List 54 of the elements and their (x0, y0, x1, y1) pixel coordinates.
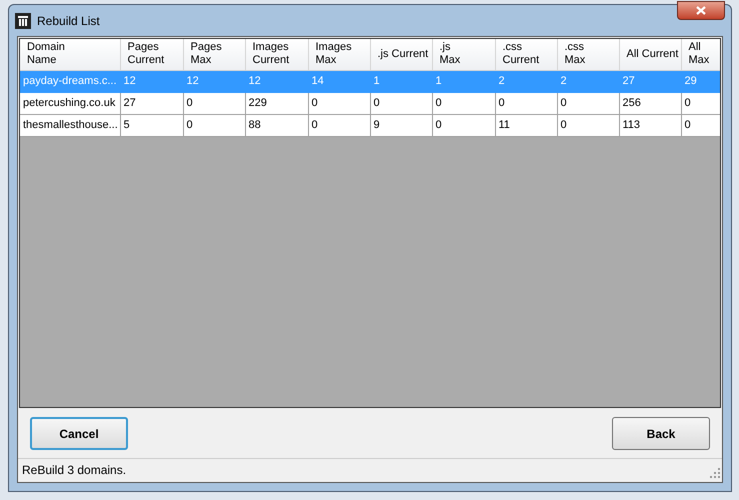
table-cell: 0 (308, 114, 370, 136)
table-cell: 0 (432, 114, 495, 136)
table-cell: 0 (183, 114, 245, 136)
column-header[interactable]: Pages Current (120, 39, 183, 70)
column-header[interactable]: All Current (619, 39, 681, 70)
status-text: ReBuild 3 domains. (22, 462, 126, 478)
resize-grip-icon (710, 468, 720, 478)
table-cell: 0 (557, 114, 619, 136)
table-cell: 5 (120, 114, 183, 136)
table-cell: 113 (619, 114, 681, 136)
column-header[interactable]: Images Max (308, 39, 370, 70)
table-cell: 0 (432, 92, 495, 114)
table-cell: 2 (557, 70, 619, 92)
table-row[interactable]: thesmallesthouse... 5 0 88 0 9 0 11 0 113 0 (20, 114, 720, 136)
column-header[interactable]: .js Max (432, 39, 495, 70)
back-button[interactable]: Back (612, 417, 710, 450)
table-cell: petercushing.co.uk (20, 92, 120, 114)
table-cell: 9 (370, 114, 432, 136)
column-header[interactable]: Images Current (245, 39, 308, 70)
column-header[interactable]: .css Max (557, 39, 619, 70)
table-cell: 11 (495, 114, 557, 136)
table-cell: 229 (245, 92, 308, 114)
table-cell: 256 (619, 92, 681, 114)
column-header[interactable]: .css Current (495, 39, 557, 70)
table-cell: 29 (681, 70, 720, 92)
table-cell: 0 (370, 92, 432, 114)
table-cell: 27 (120, 92, 183, 114)
bin-icon (15, 12, 31, 28)
cancel-button[interactable]: Cancel (30, 417, 128, 450)
table-cell: 0 (308, 92, 370, 114)
table-cell: 12 (120, 70, 183, 92)
table-cell: 12 (183, 70, 245, 92)
column-header[interactable]: .js Current (370, 39, 432, 70)
table-cell: 0 (183, 92, 245, 114)
table-cell: 0 (495, 92, 557, 114)
window-title: Rebuild List (37, 12, 100, 30)
table-cell: thesmallesthouse... (20, 114, 120, 136)
table-cell: 1 (370, 70, 432, 92)
table-cell: 14 (308, 70, 370, 92)
column-header[interactable]: All Max (681, 39, 720, 70)
column-header[interactable]: Pages Max (183, 39, 245, 70)
table-cell: 0 (681, 114, 720, 136)
table-row[interactable]: petercushing.co.uk 27 0 229 0 0 0 0 0 256 0 (20, 92, 720, 114)
table-cell: 0 (681, 92, 720, 114)
close-button[interactable] (677, 1, 725, 20)
table-cell: 27 (619, 70, 681, 92)
close-icon (696, 6, 706, 15)
table-cell: payday-dreams.c... (20, 70, 120, 92)
table-cell: 12 (245, 70, 308, 92)
table-cell: 1 (432, 70, 495, 92)
table-cell: 2 (495, 70, 557, 92)
table-cell: 0 (557, 92, 619, 114)
column-header[interactable]: Domain Name (20, 39, 120, 70)
table-cell: 88 (245, 114, 308, 136)
